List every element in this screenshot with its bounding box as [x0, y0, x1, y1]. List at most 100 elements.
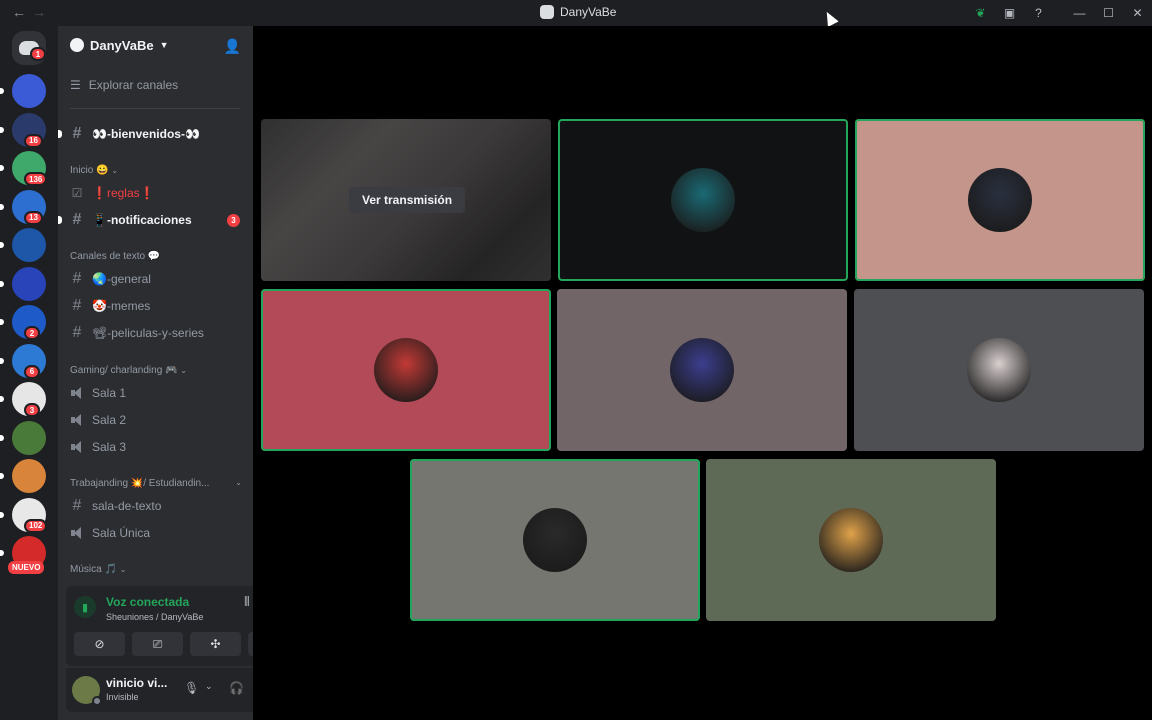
- watch-stream-button[interactable]: Ver transmisión: [349, 187, 466, 213]
- unread-pip: [0, 511, 4, 518]
- hash-icon: #: [72, 297, 82, 314]
- participant-tile[interactable]: [410, 459, 700, 621]
- unread-pip: [0, 203, 4, 210]
- minimize-button[interactable]: —: [1065, 0, 1094, 26]
- voice-channel-sala-3[interactable]: Sala 3: [70, 436, 246, 458]
- channel-reglas[interactable]: ☑ ❗reglas❗: [70, 182, 246, 204]
- avatar: [671, 168, 735, 232]
- status-indicator: [92, 696, 102, 706]
- unread-pip: [0, 550, 4, 556]
- server-badge: 136: [24, 172, 48, 186]
- server-badge: 6: [24, 364, 40, 379]
- mention-badge: 3: [227, 213, 240, 227]
- guild-icon: [70, 38, 84, 52]
- chevron-down-icon[interactable]: ⌄: [205, 681, 213, 692]
- unread-pip: [0, 473, 4, 479]
- server-rail: 1 16 136 13 2 6 3 102 NUEVO: [0, 26, 58, 720]
- chevron-down-icon: ⌄: [111, 166, 119, 175]
- channel-memes[interactable]: # 🤡-memes: [70, 295, 246, 317]
- new-badge: NUEVO: [8, 561, 45, 574]
- speaker-icon: [70, 441, 84, 453]
- leaf-icon[interactable]: ❦: [966, 0, 995, 26]
- category-gaming[interactable]: Gaming/ charlanding 🎮 ⌄: [70, 365, 187, 376]
- unread-pip: [0, 357, 4, 364]
- channel-sidebar: DanyVaBe ▼ 👤 ☰ Explorar canales # 👀-bien…: [58, 26, 304, 720]
- server-icon[interactable]: [12, 74, 46, 108]
- close-button[interactable]: ✕: [1123, 0, 1152, 26]
- server-icon[interactable]: [12, 266, 46, 301]
- channel-peliculas[interactable]: # 📽-peliculas-y-series: [70, 322, 246, 344]
- participant-tile[interactable]: [854, 289, 1144, 451]
- avatar: [523, 508, 587, 572]
- category-inicio[interactable]: Inicio 😀 ⌄: [70, 165, 118, 176]
- microphone-icon[interactable]: 🎙: [184, 681, 199, 695]
- category-musica[interactable]: Música 🎵 ⌄: [70, 564, 126, 575]
- unread-pip: [0, 242, 4, 248]
- participant-tile[interactable]: [558, 119, 848, 281]
- hash-icon: #: [72, 125, 82, 142]
- guild-name: DanyVaBe: [90, 37, 154, 53]
- avatar: [670, 338, 734, 402]
- username[interactable]: vinicio vi...: [106, 676, 167, 690]
- chevron-down-icon: ▼: [159, 40, 169, 50]
- home-badge: 1: [30, 47, 46, 61]
- server-icon[interactable]: [12, 228, 46, 262]
- stream-tile[interactable]: Ver transmisión: [261, 119, 551, 281]
- channel-bienvenidos[interactable]: # 👀-bienvenidos-👀: [58, 123, 246, 145]
- voice-location[interactable]: Sheuniones / DanyVaBe: [106, 612, 203, 622]
- server-badge: 16: [24, 133, 43, 148]
- noise-suppression-icon[interactable]: ⦀: [244, 594, 250, 610]
- participant-tile[interactable]: [261, 289, 551, 451]
- help-icon[interactable]: ?: [1024, 0, 1053, 26]
- speaker-icon: [70, 527, 84, 539]
- headphones-icon[interactable]: 🎧: [229, 681, 244, 695]
- channel-sala-de-texto[interactable]: # sala-de-texto: [70, 495, 246, 517]
- voice-channel-sala-unica[interactable]: Sala Única: [70, 522, 246, 544]
- server-badge: 102: [24, 518, 48, 533]
- unread-pip: [0, 126, 4, 133]
- explore-channels-button[interactable]: ☰ Explorar canales: [70, 78, 178, 92]
- user-status: Invisible: [106, 692, 139, 702]
- unread-indicator: [58, 216, 62, 224]
- server-badge: 2: [24, 326, 40, 340]
- channel-notificaciones[interactable]: # 📱-notificaciones 3: [58, 209, 246, 231]
- category-texto[interactable]: Canales de texto 💬: [70, 251, 160, 262]
- divider: [70, 108, 240, 109]
- participant-tile[interactable]: [706, 459, 996, 621]
- inbox-icon[interactable]: ▣: [995, 0, 1024, 26]
- hash-icon: #: [72, 324, 82, 341]
- chevron-down-icon: ⌄: [119, 565, 127, 574]
- signal-icon[interactable]: ▮: [74, 596, 96, 618]
- hash-icon: #: [72, 270, 82, 287]
- unread-pip: [0, 434, 4, 441]
- avatar: [819, 508, 883, 572]
- forward-arrow-icon[interactable]: →: [32, 4, 46, 20]
- checkbox-icon: ☑: [71, 186, 83, 200]
- category-trabajanding[interactable]: Trabajanding 💥/ Estudiandin... ⌄: [70, 478, 242, 489]
- hash-icon: #: [72, 497, 82, 514]
- voice-channel-sala-1[interactable]: Sala 1: [70, 382, 246, 404]
- chevron-down-icon: ⌄: [235, 478, 242, 487]
- screen-share-button[interactable]: ⎚: [132, 632, 183, 656]
- server-icon[interactable]: [12, 459, 46, 493]
- activities-button[interactable]: ✣: [190, 632, 241, 656]
- voice-status[interactable]: Voz conectada: [106, 595, 189, 609]
- unread-pip: [0, 396, 4, 402]
- avatar: [374, 338, 438, 402]
- maximize-button[interactable]: ☐: [1094, 0, 1123, 26]
- voice-channel-sala-2[interactable]: Sala 2: [70, 409, 246, 431]
- list-icon: ☰: [70, 78, 81, 92]
- discord-logo-icon: [540, 5, 554, 19]
- participant-tile[interactable]: [557, 289, 847, 451]
- server-icon[interactable]: [12, 420, 46, 455]
- invite-people-icon[interactable]: 👤: [224, 38, 241, 55]
- mouse-cursor-icon: [821, 9, 839, 27]
- unread-pip: [0, 280, 4, 287]
- unread-pip: [0, 88, 4, 94]
- speaker-icon: [70, 414, 84, 426]
- back-arrow-icon[interactable]: ←: [12, 4, 26, 20]
- channel-general[interactable]: # 🌏-general: [70, 268, 246, 290]
- avatar: [967, 338, 1031, 402]
- camera-off-button[interactable]: ⊘: [74, 632, 125, 656]
- participant-tile[interactable]: [855, 119, 1145, 281]
